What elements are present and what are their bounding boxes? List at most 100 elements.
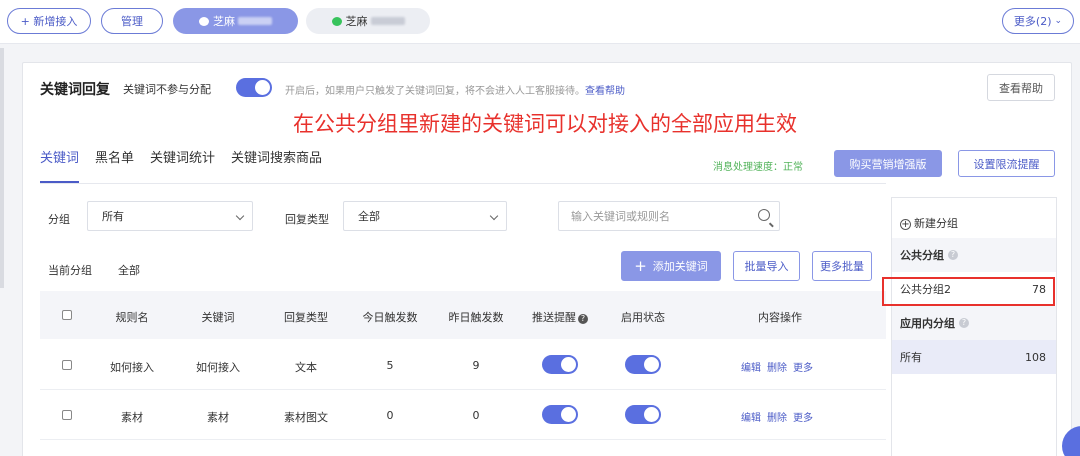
col-keyword: 关键词	[201, 311, 235, 324]
keyword-reply-panel: 关键词回复 关键词不参与分配 开启后，如果用户只触发了关键词回复，将不会进入人工…	[22, 62, 1072, 456]
rate-limit-label: 设置限流提醒	[973, 157, 1040, 171]
scroll-indicator	[0, 48, 4, 288]
row-divider	[40, 389, 886, 390]
tab-bar: 关键词 黑名单 关键词统计 关键词搜索商品	[40, 151, 322, 183]
col-push-reminder: 推送提醒?	[532, 309, 588, 325]
row-yesterday-count: 9	[472, 359, 480, 372]
row-today-count: 5	[386, 359, 394, 372]
search-input[interactable]: 输入关键词或规则名	[558, 201, 780, 231]
help-button[interactable]: 查看帮助	[987, 74, 1055, 101]
col-reply-type: 回复类型	[284, 311, 328, 324]
plus-icon: +	[634, 257, 647, 275]
row-checkbox[interactable]	[62, 360, 72, 370]
search-placeholder: 输入关键词或规则名	[571, 210, 670, 223]
row-reply-type: 文本	[295, 361, 317, 374]
tab-keyword-product-search[interactable]: 关键词搜索商品	[231, 151, 322, 183]
tabs-divider	[40, 183, 886, 184]
reply-type-value: 全部	[358, 210, 380, 223]
redacted-name	[370, 17, 405, 25]
current-group-value: 全部	[118, 264, 140, 277]
header-hint: 开启后，如果用户只触发了关键词回复，将不会进入人工客服接待。查看帮助	[285, 82, 625, 97]
reply-type-label: 回复类型	[285, 213, 329, 226]
more-batch-button[interactable]: 更多批量	[812, 251, 872, 281]
add-access-label: + 新增接入	[20, 15, 78, 28]
col-yesterday-count: 昨日触发数	[448, 311, 504, 324]
account-tab-1[interactable]: 芝麻	[173, 8, 298, 34]
col-today-count: 今日触发数	[362, 311, 418, 324]
row-reply-type: 素材图文	[284, 411, 328, 424]
row-rule-name: 如何接入	[110, 361, 154, 374]
annotation-text: 在公共分组里新建的关键词可以对接入的全部应用生效	[293, 112, 797, 136]
row-ops: 编辑 删除 更多	[741, 409, 819, 424]
more-link[interactable]: 更多	[793, 413, 813, 424]
rate-limit-button[interactable]: 设置限流提醒	[958, 150, 1055, 177]
buy-upgrade-label: 购买营销增强版	[849, 157, 927, 171]
processing-speed: 消息处理速度：正常	[713, 162, 803, 173]
chevron-down-icon	[489, 211, 499, 221]
add-keyword-button[interactable]: + 添加关键词	[621, 251, 721, 281]
col-rule-name: 规则名	[115, 311, 149, 324]
app-group-title: 应用内分组	[900, 317, 955, 330]
question-icon[interactable]: ?	[959, 318, 969, 328]
tab-blacklist[interactable]: 黑名单	[95, 151, 134, 183]
row-divider	[40, 439, 886, 440]
wechat-icon	[331, 16, 342, 26]
public-group-title: 公共分组	[900, 249, 944, 262]
group-item-all[interactable]: 所有 108	[892, 340, 1056, 374]
more-link[interactable]: 更多	[793, 363, 813, 374]
new-group-button[interactable]: + 新建分组	[900, 215, 958, 231]
push-reminder-toggle[interactable]	[542, 405, 578, 424]
header-help-link[interactable]: 查看帮助	[585, 86, 625, 97]
current-group-label: 当前分组	[48, 264, 92, 277]
row-checkbox[interactable]	[62, 410, 72, 420]
row-rule-name: 素材	[121, 411, 143, 424]
col-enable-status: 启用状态	[621, 311, 665, 324]
group-select[interactable]: 所有	[87, 201, 253, 231]
row-today-count: 0	[386, 409, 394, 422]
col-push-reminder-label: 推送提醒	[532, 311, 576, 324]
redacted-name	[238, 17, 272, 25]
header-hint-text: 开启后，如果用户只触发了关键词回复，将不会进入人工客服接待。	[285, 86, 585, 97]
batch-import-label: 批量导入	[744, 260, 789, 273]
new-group-label: 新建分组	[914, 217, 958, 230]
question-icon[interactable]: ?	[578, 314, 588, 324]
more-batch-label: 更多批量	[820, 260, 864, 273]
group-panel: + 新建分组 公共分组? 公共分组2 78 应用内分组? 所有 108	[891, 197, 1057, 456]
keyword-no-assign-toggle[interactable]	[236, 78, 272, 97]
tab-keyword-stats[interactable]: 关键词统计	[150, 151, 215, 183]
public-group-header: 公共分组?	[892, 238, 1056, 272]
group-count: 108	[1025, 350, 1046, 364]
enable-status-toggle[interactable]	[625, 405, 661, 424]
tab-keywords[interactable]: 关键词	[40, 151, 80, 183]
edit-link[interactable]: 编辑	[741, 363, 761, 374]
more-accounts-label: 更多(2)	[1013, 15, 1052, 28]
chevron-down-icon	[235, 211, 245, 221]
account-tab-2-label: 芝麻	[345, 15, 368, 28]
keyword-no-assign-label: 关键词不参与分配	[123, 83, 211, 96]
app-group-header: 应用内分组?	[892, 306, 1056, 340]
row-ops: 编辑 删除 更多	[741, 359, 819, 374]
delete-link[interactable]: 删除	[767, 363, 787, 374]
highlight-box	[882, 277, 1055, 306]
more-accounts-dropdown[interactable]: 更多(2) ⌄	[1002, 8, 1074, 34]
add-keyword-label: 添加关键词	[652, 260, 708, 273]
question-icon[interactable]: ?	[948, 250, 958, 260]
select-all-checkbox[interactable]	[62, 310, 72, 320]
enable-status-toggle[interactable]	[625, 355, 661, 374]
add-access-button[interactable]: + 新增接入	[7, 8, 91, 34]
account-tab-2[interactable]: 芝麻	[306, 8, 430, 34]
group-select-value: 所有	[102, 210, 124, 223]
delete-link[interactable]: 删除	[767, 413, 787, 424]
group-filter-label: 分组	[48, 213, 70, 226]
reply-type-select[interactable]: 全部	[343, 201, 507, 231]
chevron-down-icon: ⌄	[1054, 16, 1063, 26]
batch-import-button[interactable]: 批量导入	[733, 251, 800, 281]
plus-circle-icon: +	[900, 219, 911, 230]
row-keyword: 素材	[207, 411, 229, 424]
manage-button[interactable]: 管理	[101, 8, 163, 34]
push-reminder-toggle[interactable]	[542, 355, 578, 374]
search-icon[interactable]	[758, 209, 770, 221]
edit-link[interactable]: 编辑	[741, 413, 761, 424]
top-bar: + 新增接入 管理 芝麻 芝麻 更多(2) ⌄	[0, 0, 1080, 44]
buy-upgrade-button[interactable]: 购买营销增强版	[834, 150, 942, 177]
